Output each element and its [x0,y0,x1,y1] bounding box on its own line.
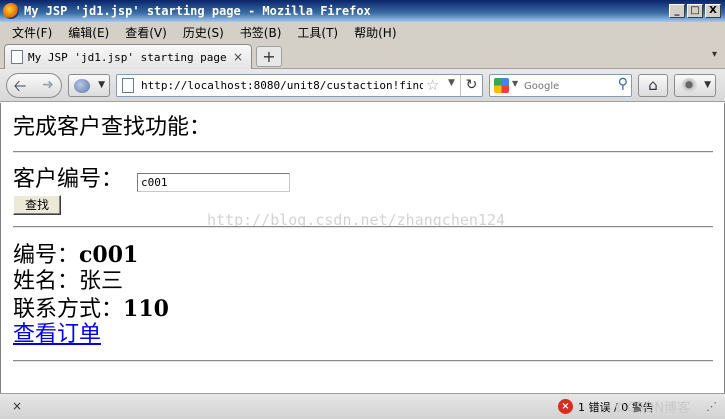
error-icon[interactable]: × [558,399,573,414]
address-bar[interactable]: http://localhost:8080/unit8/custaction!f… [116,74,483,97]
tab-bar: My JSP 'jd1.jsp' starting page × + ▾ [0,42,725,69]
home-icon[interactable]: ⌂ [638,74,668,97]
tab-close-icon[interactable]: × [231,50,245,64]
maximize-button[interactable]: □ [687,4,703,18]
magnifier-icon[interactable]: ⚲ [618,76,628,92]
close-icon[interactable]: × [12,399,22,413]
result-customer-id: 编号：c001 [13,242,138,269]
page-icon [122,78,134,93]
window-controls: _ □ X [669,4,721,18]
page-title: 完成客户查找功能： [13,115,212,140]
chevron-down-icon: ▼ [704,80,711,90]
menu-edit[interactable]: 编辑(E) [60,24,117,41]
addon-button[interactable]: ▼ [674,74,716,97]
menu-view[interactable]: 查看(V) [117,24,175,41]
page-icon [11,50,23,64]
menu-tools[interactable]: 工具(T) [289,24,346,41]
menu-help[interactable]: 帮助(H) [346,24,404,41]
extension-icon [74,79,90,93]
back-forward-group: 🡠 ➜ [6,73,62,98]
status-bar: × × 1 错误 / 0 警告 ©CSDN博客 ⋰ [0,393,725,419]
minimize-button[interactable]: _ [669,4,685,18]
divider [13,226,713,228]
extension-button[interactable]: ▼ [68,74,110,97]
chevron-down-icon[interactable]: ▼ [448,78,455,88]
tab-list-icon[interactable]: ▾ [712,49,717,60]
search-input[interactable] [524,78,610,94]
page-content: 完成客户查找功能： 客户编号： 查找 http://blog.csdn.net/… [0,103,725,393]
window-titlebar[interactable]: My JSP 'jd1.jsp' starting page - Mozilla… [0,0,725,22]
result-customer-name: 姓名：张三 [13,269,123,295]
chevron-down-icon[interactable]: ▼ [512,79,518,88]
result-label: 姓名： [13,269,80,294]
result-value: c001 [79,242,139,268]
url-text[interactable]: http://localhost:8080/unit8/custaction!f… [141,78,423,94]
menu-file[interactable]: 文件(F) [4,24,60,41]
result-label: 联系方式： [13,297,124,322]
view-orders-link[interactable]: 查看订单 [13,322,101,348]
firefox-icon [3,3,19,19]
divider [13,151,713,153]
forward-arrow-icon[interactable]: ➜ [35,74,61,97]
csdn-watermark: ©CSDN博客 [614,401,691,416]
tab-label: My JSP 'jd1.jsp' starting page [28,50,227,64]
result-contact: 联系方式：110 [13,296,169,323]
result-label: 编号： [13,243,80,268]
result-value: 张三 [79,269,124,294]
search-box[interactable]: ▼ ⚲ [489,74,632,97]
customer-id-input[interactable] [137,173,290,192]
customer-id-label: 客户编号： [13,167,124,192]
chevron-down-icon: ▼ [98,80,105,90]
result-value: 110 [123,296,169,322]
back-arrow-icon[interactable]: 🡠 [7,74,33,97]
navigation-toolbar: 🡠 ➜ ▼ http://localhost:8080/unit8/custac… [0,69,725,102]
find-button[interactable]: 查找 [13,195,61,215]
divider [13,360,713,362]
tab-active[interactable]: My JSP 'jd1.jsp' starting page × [4,44,252,69]
menu-history[interactable]: 历史(S) [175,24,232,41]
bookmark-star-icon[interactable]: ☆ [426,76,439,94]
addon-icon [681,78,697,93]
menu-bar: 文件(F) 编辑(E) 查看(V) 历史(S) 书签(B) 工具(T) 帮助(H… [0,22,725,42]
window-title: My JSP 'jd1.jsp' starting page - Mozilla… [24,4,371,18]
google-icon[interactable] [494,78,509,93]
menu-bookmarks[interactable]: 书签(B) [232,24,290,41]
new-tab-button[interactable]: + [256,46,282,67]
resize-grip-icon[interactable]: ⋰ [706,400,717,413]
close-window-button[interactable]: X [705,4,721,18]
reload-icon[interactable]: ↻ [460,75,482,96]
